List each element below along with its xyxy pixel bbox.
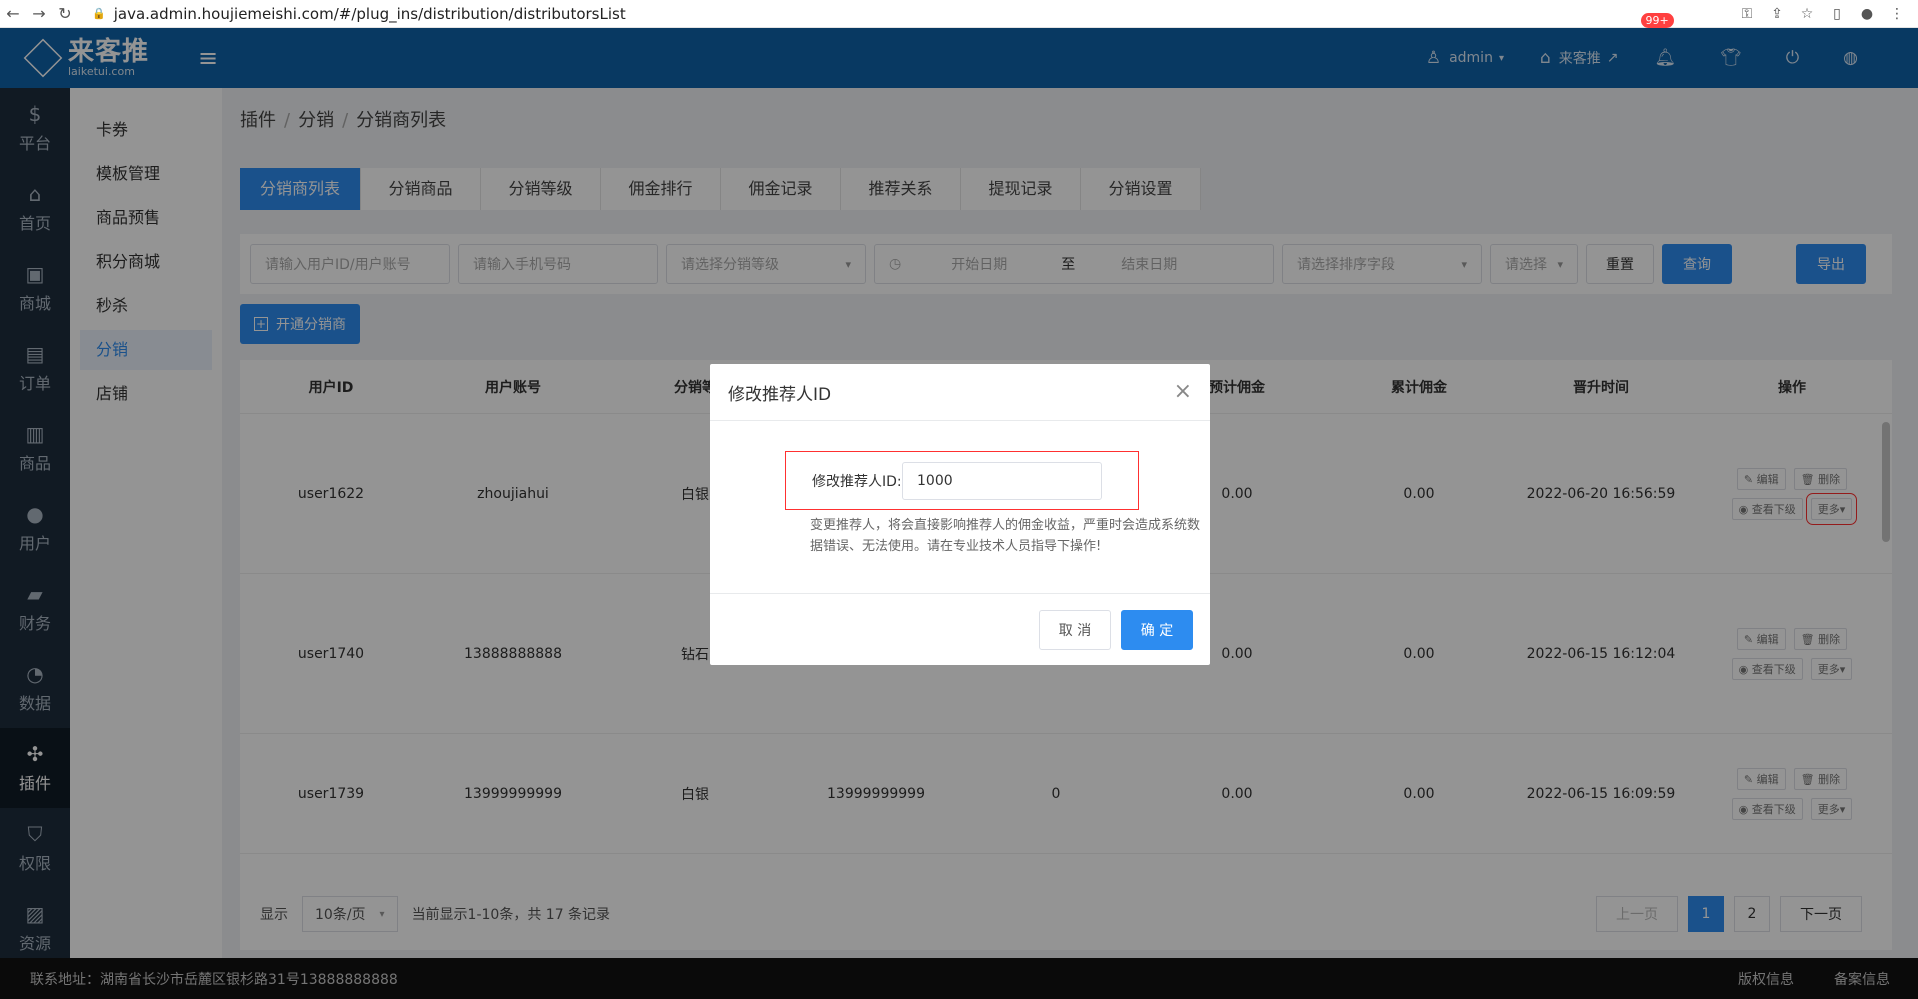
lock-icon: 🔒 (92, 7, 106, 20)
back-icon[interactable]: ← (0, 0, 26, 28)
browser-toolbar: ← → ↻ 🔒 java.admin.houjiemeishi.com/#/pl… (0, 0, 1918, 28)
share-icon[interactable]: ⇪ (1766, 6, 1788, 22)
referrer-id-field-group: 修改推荐人ID: 1000 (785, 451, 1139, 510)
close-icon[interactable]: × (1174, 381, 1192, 403)
menu-icon[interactable]: ⋮ (1886, 6, 1908, 22)
cancel-button[interactable]: 取 消 (1039, 609, 1111, 650)
warning-text: 变更推荐人，将会直接影响推荐人的佣金收益，严重时会造成系统数据错误、无法使用。请… (810, 518, 1201, 554)
dialog-body: 修改推荐人ID: 1000 变更推荐人，将会直接影响推荐人的佣金收益，严重时会造… (710, 421, 1210, 593)
key-icon[interactable]: ⚿ (1736, 6, 1758, 22)
notification-badge: 99+ (1640, 13, 1674, 28)
confirm-button[interactable]: 确 定 (1121, 609, 1193, 650)
dialog-footer: 取 消 确 定 (710, 593, 1210, 665)
star-icon[interactable]: ☆ (1796, 6, 1818, 22)
referrer-id-label: 修改推荐人ID: (812, 473, 902, 490)
reload-icon[interactable]: ↻ (52, 0, 78, 28)
url-text: java.admin.houjiemeishi.com/#/plug_ins/d… (113, 4, 626, 23)
profile-icon[interactable]: ● (1856, 6, 1878, 22)
dialog-title: 修改推荐人ID (728, 384, 832, 405)
dialog-header: 修改推荐人ID × (710, 364, 1210, 421)
referrer-id-input[interactable]: 1000 (902, 461, 1102, 500)
forward-icon[interactable]: → (26, 0, 52, 28)
address-bar[interactable]: 🔒 java.admin.houjiemeishi.com/#/plug_ins… (92, 5, 626, 23)
edit-referrer-dialog: 修改推荐人ID × 修改推荐人ID: 1000 变更推荐人，将会直接影响推荐人的… (710, 364, 1210, 665)
sidebar-icon[interactable]: ▯ (1826, 6, 1848, 22)
